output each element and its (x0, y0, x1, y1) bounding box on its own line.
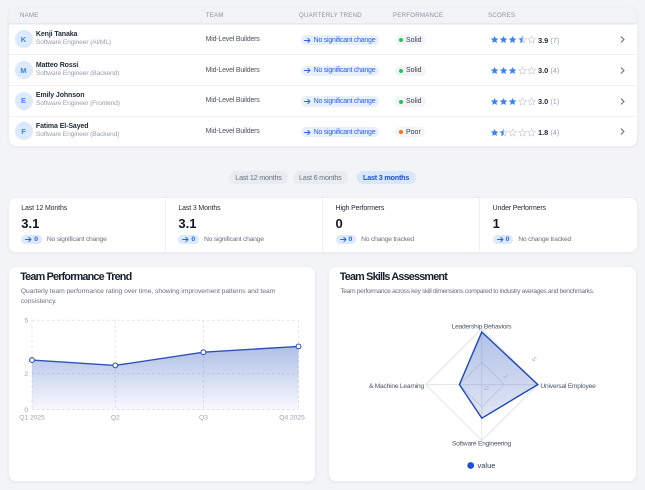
svg-text:Q4 2025: Q4 2025 (279, 415, 305, 422)
svg-text:value: value (478, 461, 496, 470)
svg-text:Q2: Q2 (111, 415, 120, 422)
svg-text:Leadership Behaviors: Leadership Behaviors (452, 323, 513, 330)
svg-text:& Machine Learning: & Machine Learning (369, 383, 425, 390)
svg-text:Q3: Q3 (199, 415, 208, 422)
svg-text:2: 2 (24, 371, 28, 378)
svg-text:Q1 2025: Q1 2025 (19, 415, 45, 422)
svg-text:0: 0 (24, 407, 28, 414)
svg-text:5: 5 (24, 318, 28, 325)
svg-text:Software Engineering: Software Engineering (452, 441, 512, 448)
svg-text:Universal Employee: Universal Employee (541, 383, 597, 390)
svg-text:5: 5 (530, 356, 538, 363)
